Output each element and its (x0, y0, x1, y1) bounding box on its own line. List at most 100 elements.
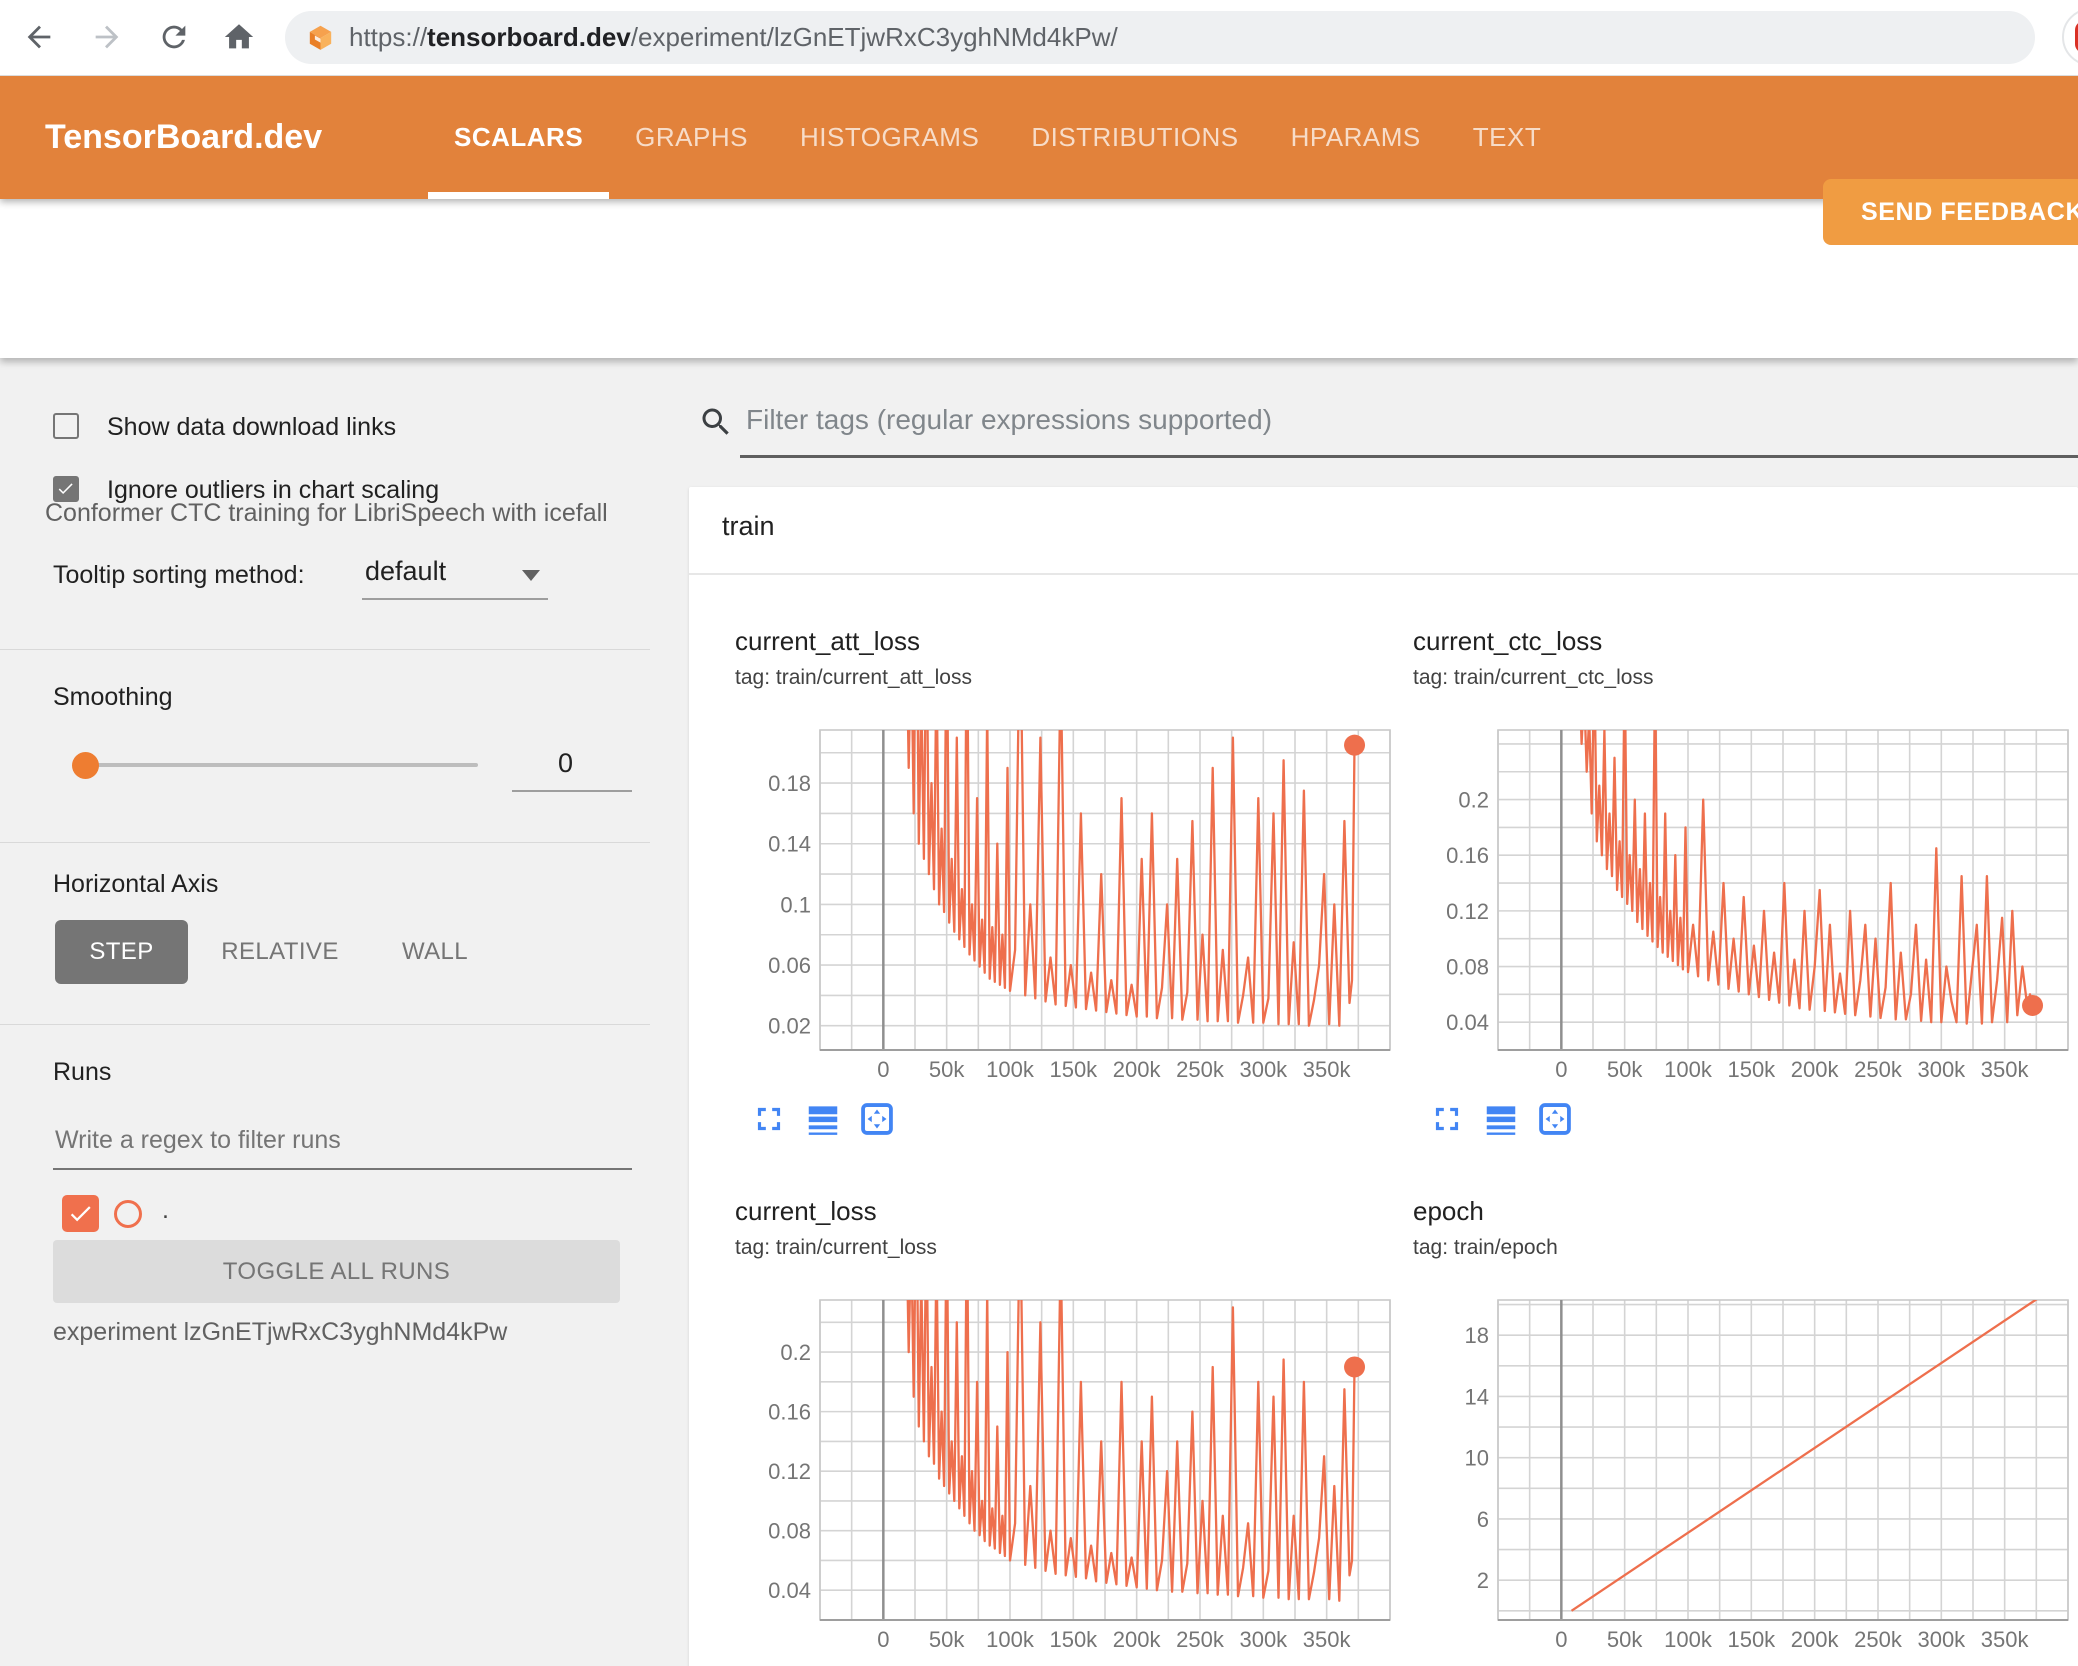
svg-text:50k: 50k (1607, 1627, 1643, 1652)
runs-label: Runs (53, 1058, 112, 1086)
reload-icon[interactable] (157, 20, 191, 54)
experiment-title: Conformer CTC training for LibriSpeech w… (45, 499, 608, 527)
svg-text:350k: 350k (1981, 1057, 2030, 1082)
profile-avatar[interactable] (2062, 8, 2078, 66)
chart-card-current-ctc-loss: current_ctc_loss tag: train/current_ctc_… (1413, 610, 2078, 1170)
chevron-down-icon[interactable] (522, 570, 540, 581)
smoothing-slider[interactable] (85, 763, 478, 767)
smoothing-slider-thumb[interactable] (72, 752, 99, 779)
runs-filter-input[interactable]: Write a regex to filter runs (55, 1126, 341, 1155)
fullscreen-icon[interactable] (750, 1100, 788, 1138)
tab-scalars[interactable]: SCALARS (428, 75, 610, 199)
axis-relative-button[interactable]: RELATIVE (210, 920, 350, 984)
section-title[interactable]: train (722, 511, 775, 542)
chart-tag: tag: train/current_loss (735, 1236, 937, 1259)
svg-text:100k: 100k (986, 1627, 1035, 1652)
svg-text:10: 10 (1465, 1446, 1489, 1471)
tab-graphs[interactable]: GRAPHS (609, 75, 774, 199)
chart-actions (750, 1100, 896, 1138)
svg-text:0: 0 (877, 1057, 889, 1082)
nav-tabs: SCALARS GRAPHS HISTOGRAMS DISTRIBUTIONS … (428, 75, 1567, 199)
svg-text:350k: 350k (1303, 1057, 1352, 1082)
svg-text:100k: 100k (986, 1057, 1035, 1082)
line-weight-icon[interactable] (1482, 1100, 1520, 1138)
checkbox-label: Show data download links (107, 413, 397, 441)
fullscreen-icon[interactable] (1428, 1100, 1466, 1138)
svg-text:0.14: 0.14 (768, 832, 811, 857)
tab-hparams[interactable]: HPARAMS (1265, 75, 1447, 199)
svg-text:100k: 100k (1664, 1057, 1713, 1082)
svg-text:350k: 350k (1303, 1627, 1352, 1652)
svg-text:0.08: 0.08 (1446, 955, 1489, 980)
brand-logo[interactable]: TensorBoard.dev (45, 75, 322, 199)
svg-text:0.16: 0.16 (1446, 843, 1489, 868)
line-chart[interactable]: 0 50k 100k 150k 200k 250k 300k 350k 2 6 10 14 18 (1413, 1295, 2073, 1660)
line-chart[interactable]: 0 50k 100k 150k 200k 250k 300k 350k 0.04 0.08 0.12… (1413, 725, 2073, 1090)
tooltip-sort-label: Tooltip sorting method: (53, 561, 305, 589)
chart-actions (1428, 1100, 1574, 1138)
toggle-all-runs-button[interactable]: TOGGLE ALL RUNS (53, 1240, 620, 1303)
svg-text:18: 18 (1465, 1323, 1489, 1348)
line-chart[interactable]: 0 50k 100k 150k 200k 250k 300k 350k 0.02 0.06 0.1 0… (735, 725, 1395, 1090)
svg-text:150k: 150k (1049, 1057, 1098, 1082)
chart-card-epoch: epoch tag: train/epoch 0 50k 100k 150k 200k 2… (1413, 1180, 2078, 1666)
svg-text:100k: 100k (1664, 1627, 1713, 1652)
axis-step-button[interactable]: STEP (55, 920, 188, 984)
svg-text:0.12: 0.12 (1446, 899, 1489, 924)
experiment-id: experiment lzGnETjwRxC3yghNMd4kPw (53, 1318, 508, 1346)
svg-text:0: 0 (877, 1627, 889, 1652)
send-feedback-button[interactable]: SEND FEEDBACK (1823, 179, 2078, 245)
svg-text:200k: 200k (1791, 1627, 1840, 1652)
svg-text:0.08: 0.08 (768, 1519, 811, 1544)
svg-text:0.06: 0.06 (768, 953, 811, 978)
svg-text:0.02: 0.02 (768, 1014, 811, 1039)
back-icon[interactable] (22, 20, 56, 54)
svg-text:0.2: 0.2 (1458, 788, 1489, 813)
svg-text:250k: 250k (1176, 1057, 1225, 1082)
url-text: https://tensorboard.dev/experiment/lzGnE… (349, 22, 1118, 52)
tab-distributions[interactable]: DISTRIBUTIONS (1005, 75, 1264, 199)
smoothing-value-input[interactable]: 0 (558, 748, 573, 779)
svg-text:250k: 250k (1854, 1627, 1903, 1652)
line-chart[interactable]: 0 50k 100k 150k 200k 250k 300k 350k 0.04 0.08 0.12… (735, 1295, 1395, 1660)
chart-tag: tag: train/current_att_loss (735, 666, 972, 689)
chart-card-current-loss: current_loss tag: train/current_loss 0 50… (735, 1180, 1400, 1666)
chart-card-current-att-loss: current_att_loss tag: train/current_att_… (735, 610, 1400, 1170)
browser-chrome: https://tensorboard.dev/experiment/lzGnE… (0, 0, 2078, 76)
tensorboard-favicon (309, 25, 332, 50)
svg-text:150k: 150k (1049, 1627, 1098, 1652)
forward-icon[interactable] (90, 20, 124, 54)
svg-text:6: 6 (1477, 1507, 1489, 1532)
fit-domain-icon[interactable] (1536, 1100, 1574, 1138)
url-bar[interactable]: https://tensorboard.dev/experiment/lzGnE… (285, 11, 2035, 64)
svg-text:0.18: 0.18 (768, 771, 811, 796)
svg-text:14: 14 (1465, 1384, 1489, 1409)
line-weight-icon[interactable] (804, 1100, 842, 1138)
tab-text[interactable]: TEXT (1447, 75, 1567, 199)
axis-wall-button[interactable]: WALL (380, 920, 490, 984)
show-download-links-checkbox[interactable] (53, 413, 79, 439)
svg-text:0.16: 0.16 (768, 1400, 811, 1425)
smoothing-label: Smoothing (53, 683, 173, 711)
svg-text:50k: 50k (929, 1627, 965, 1652)
fit-domain-icon[interactable] (858, 1100, 896, 1138)
tab-histograms[interactable]: HISTOGRAMS (774, 75, 1005, 199)
horizontal-axis-label: Horizontal Axis (53, 870, 219, 898)
chart-title: epoch (1413, 1196, 1484, 1226)
filter-tags-input[interactable]: Filter tags (regular expressions support… (746, 404, 1272, 436)
svg-text:200k: 200k (1113, 1627, 1162, 1652)
home-icon[interactable] (222, 20, 256, 54)
svg-text:300k: 300k (1239, 1627, 1288, 1652)
app-header: TensorBoard.dev SCALARS GRAPHS HISTOGRAM… (0, 75, 2078, 245)
svg-text:0.04: 0.04 (1446, 1010, 1489, 1035)
tooltip-sort-select[interactable]: default (365, 556, 446, 587)
run-checkbox[interactable] (62, 1195, 99, 1232)
svg-text:250k: 250k (1176, 1627, 1225, 1652)
svg-text:0: 0 (1555, 1627, 1567, 1652)
run-name: . (162, 1196, 169, 1224)
svg-text:2: 2 (1477, 1568, 1489, 1593)
page: https://tensorboard.dev/experiment/lzGnE… (0, 0, 2078, 1666)
svg-text:0.1: 0.1 (780, 892, 811, 917)
svg-text:0.2: 0.2 (780, 1340, 811, 1365)
svg-text:250k: 250k (1854, 1057, 1903, 1082)
